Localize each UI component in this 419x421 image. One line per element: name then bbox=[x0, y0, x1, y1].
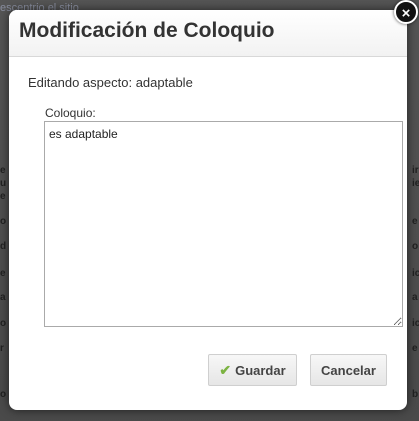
background-fragment: ic bbox=[412, 318, 419, 329]
coloquio-textarea[interactable] bbox=[44, 121, 403, 327]
background-fragment: b bbox=[412, 389, 419, 400]
background-fragment: o bbox=[0, 318, 7, 329]
background-fragment: o bbox=[0, 389, 7, 400]
edit-dialog: Modificación de Coloquio Editando aspect… bbox=[9, 10, 407, 410]
background-fragment: o bbox=[0, 216, 7, 227]
dialog-title: Modificación de Coloquio bbox=[19, 19, 275, 42]
check-icon: ✔ bbox=[219, 361, 232, 378]
background-fragment: o bbox=[412, 241, 419, 252]
background-fragment: r bbox=[0, 343, 4, 354]
background-fragment: d bbox=[0, 241, 7, 252]
background-fragment: e bbox=[0, 165, 6, 176]
coloquio-field-label: Coloquio: bbox=[45, 106, 96, 120]
background-fragment: ie bbox=[412, 178, 419, 189]
background-fragment: e bbox=[412, 343, 418, 354]
background-fragment: a bbox=[0, 292, 6, 303]
background-fragment: a bbox=[412, 292, 418, 303]
save-button-label: Guardar bbox=[235, 362, 286, 378]
cancel-button-label: Cancelar bbox=[321, 362, 376, 378]
background-fragment: e bbox=[0, 191, 6, 202]
save-button[interactable]: ✔ Guardar bbox=[208, 354, 297, 386]
background-fragment: e bbox=[412, 216, 418, 227]
dialog-header: Modificación de Coloquio bbox=[9, 10, 407, 57]
background-fragment: u bbox=[0, 178, 7, 189]
background-fragment: ic bbox=[412, 268, 419, 279]
background-fragment: e bbox=[0, 268, 6, 279]
background-fragment: ir bbox=[412, 165, 419, 176]
editing-aspect-label: Editando aspecto: adaptable bbox=[28, 75, 193, 90]
close-icon[interactable]: × bbox=[394, 0, 418, 24]
cancel-button[interactable]: Cancelar bbox=[310, 354, 387, 386]
